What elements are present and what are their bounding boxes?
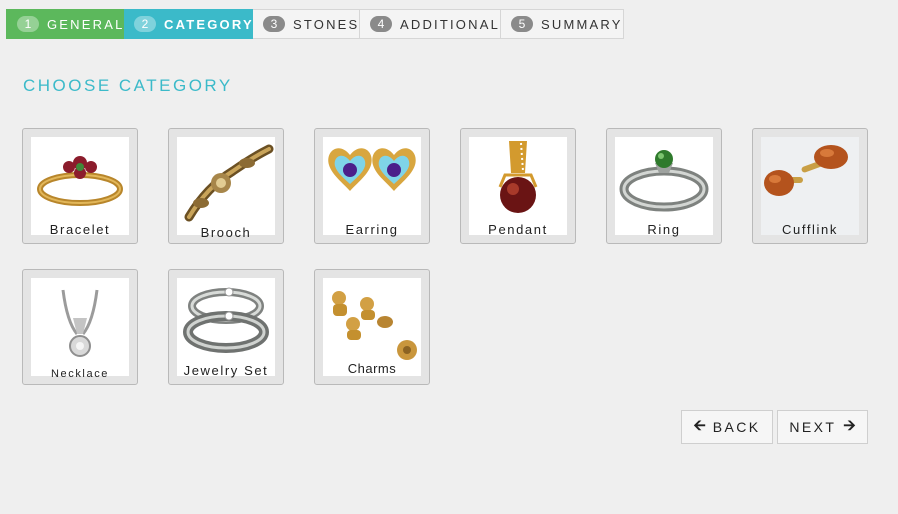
category-card-cufflink[interactable]: Cufflink xyxy=(752,128,868,244)
step-stones[interactable]: 3 Stones xyxy=(253,9,360,39)
pendant-icon xyxy=(469,137,567,235)
category-label: Charms xyxy=(347,361,397,376)
category-card-necklace[interactable]: Necklace xyxy=(22,269,138,385)
step-label: Additional xyxy=(400,16,501,32)
category-label: Pendant xyxy=(488,222,548,237)
category-label: Necklace xyxy=(50,368,110,380)
step-number: 2 xyxy=(134,16,156,32)
page-title: CHOOSE CATEGORY xyxy=(23,76,233,95)
category-label: Cufflink xyxy=(782,222,838,237)
step-additional[interactable]: 4 Additional xyxy=(360,9,501,39)
category-card-bracelet[interactable]: Bracelet xyxy=(22,128,138,244)
brooch-icon xyxy=(177,137,275,235)
category-label: Ring xyxy=(647,222,681,237)
necklace-icon xyxy=(31,278,129,376)
step-label: Stones xyxy=(293,16,360,32)
category-card-brooch[interactable]: Brooch xyxy=(168,128,284,244)
arrow-left-icon: 🡨 xyxy=(693,416,706,434)
step-label: Summary xyxy=(541,16,623,32)
cufflink-icon xyxy=(761,137,859,235)
step-number: 1 xyxy=(17,16,39,32)
next-button[interactable]: NEXT 🡪 xyxy=(777,410,868,444)
category-card-jewelry-set[interactable]: Jewelry Set xyxy=(168,269,284,385)
jewelry-set-icon xyxy=(177,278,275,376)
step-label: Category xyxy=(164,16,254,32)
category-card-charms[interactable]: Charms xyxy=(314,269,430,385)
category-card-ring[interactable]: Ring xyxy=(606,128,722,244)
earring-icon xyxy=(323,137,421,235)
next-label: NEXT xyxy=(789,419,837,435)
step-general[interactable]: 1 General xyxy=(6,9,124,39)
step-label: General xyxy=(47,16,125,32)
category-label: Bracelet xyxy=(49,222,111,237)
category-label: Brooch xyxy=(200,225,252,240)
bracelet-icon xyxy=(31,137,129,235)
category-label: Jewelry Set xyxy=(183,363,269,378)
step-number: 4 xyxy=(370,16,392,32)
back-button[interactable]: 🡨 BACK xyxy=(681,410,773,444)
ring-icon xyxy=(615,137,713,235)
category-label: Earring xyxy=(345,222,399,237)
wizard-steps: 1 General 2 Category 3 Stones 4 Addition… xyxy=(6,9,624,39)
category-card-pendant[interactable]: Pendant xyxy=(460,128,576,244)
step-number: 5 xyxy=(511,16,533,32)
step-summary[interactable]: 5 Summary xyxy=(501,9,624,39)
step-category[interactable]: 2 Category xyxy=(124,9,253,39)
back-label: BACK xyxy=(712,419,761,435)
arrow-right-icon: 🡪 xyxy=(843,416,856,434)
category-card-earring[interactable]: Earring xyxy=(314,128,430,244)
step-number: 3 xyxy=(263,16,285,32)
